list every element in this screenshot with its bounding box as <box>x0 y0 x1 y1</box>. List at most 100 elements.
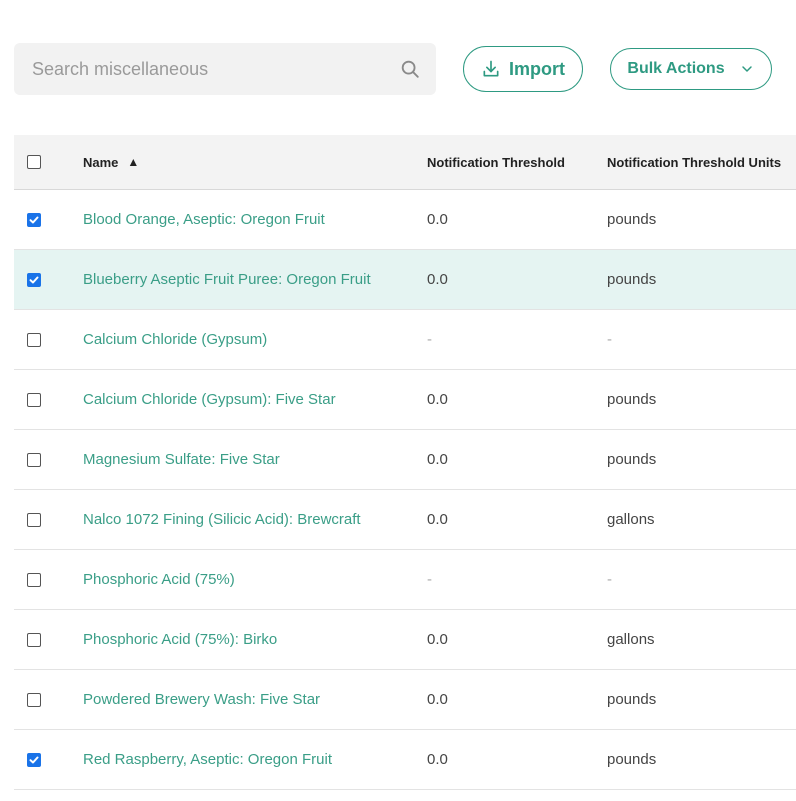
row-checkbox-cell <box>27 250 47 309</box>
select-all-checkbox[interactable] <box>27 155 41 169</box>
row-checkbox[interactable] <box>27 212 41 227</box>
header-units-label: Notification Threshold Units <box>607 154 782 170</box>
row-checkbox-cell <box>27 550 47 609</box>
units-cell: pounds <box>607 250 656 309</box>
row-checkbox-cell <box>27 430 47 489</box>
name-cell: Phosphoric Acid (75%) <box>83 550 235 609</box>
header-name-label: Name <box>83 154 119 170</box>
units-cell: pounds <box>607 730 656 789</box>
bulk-actions-button[interactable]: Bulk Actions <box>610 48 772 90</box>
sort-ascending-icon: ▲ <box>127 155 140 169</box>
units-cell: gallons <box>607 490 655 549</box>
table-body: Blood Orange, Aseptic: Oregon Fruit 0.0 po… <box>14 190 796 790</box>
threshold-cell: 0.0 <box>427 430 448 489</box>
threshold-value: 0.0 <box>427 511 448 528</box>
name-cell: Blueberry Aseptic Fruit Puree: Oregon Fr… <box>83 250 371 309</box>
row-checkbox[interactable] <box>27 692 41 707</box>
table-row[interactable]: Blueberry Aseptic Fruit Puree: Oregon Fr… <box>14 250 796 310</box>
units-cell: - <box>607 550 612 609</box>
header-threshold[interactable]: Notification Threshold <box>427 135 565 189</box>
row-checkbox-cell <box>27 310 47 369</box>
table-row[interactable]: Powdered Brewery Wash: Five Star 0.0 pound… <box>14 670 796 730</box>
units-cell: pounds <box>607 370 656 429</box>
search-input[interactable] <box>14 43 436 95</box>
bulk-actions-label: Bulk Actions <box>627 60 725 77</box>
row-checkbox[interactable] <box>27 572 41 587</box>
row-checkbox-cell <box>27 730 47 789</box>
table-row[interactable]: Phosphoric Acid (75%): Birko 0.0 gallons <box>14 610 796 670</box>
threshold-value: 0.0 <box>427 271 448 288</box>
row-checkbox[interactable] <box>27 752 41 767</box>
threshold-cell: 0.0 <box>427 610 448 669</box>
name-cell: Phosphoric Acid (75%): Birko <box>83 610 277 669</box>
name-cell: Nalco 1072 Fining (Silicic Acid): Brewcr… <box>83 490 361 549</box>
threshold-value: 0.0 <box>427 451 448 468</box>
item-name-link[interactable]: Nalco 1072 Fining (Silicic Acid): Brewcr… <box>83 511 361 528</box>
header-units[interactable]: Notification Threshold Units <box>607 135 781 189</box>
table-row[interactable]: Magnesium Sulfate: Five Star 0.0 pounds <box>14 430 796 490</box>
search-icon[interactable] <box>399 58 421 80</box>
threshold-cell: 0.0 <box>427 250 448 309</box>
item-name-link[interactable]: Calcium Chloride (Gypsum): Five Star <box>83 391 336 408</box>
row-checkbox-cell <box>27 610 47 669</box>
name-cell: Calcium Chloride (Gypsum) <box>83 310 267 369</box>
threshold-value: 0.0 <box>427 211 448 228</box>
name-cell: Blood Orange, Aseptic: Oregon Fruit <box>83 190 325 249</box>
item-name-link[interactable]: Powdered Brewery Wash: Five Star <box>83 691 320 708</box>
threshold-cell: 0.0 <box>427 670 448 729</box>
units-value: gallons <box>607 631 655 648</box>
row-checkbox[interactable] <box>27 512 41 527</box>
item-name-link[interactable]: Magnesium Sulfate: Five Star <box>83 451 280 468</box>
name-cell: Magnesium Sulfate: Five Star <box>83 430 280 489</box>
name-cell: Calcium Chloride (Gypsum): Five Star <box>83 370 336 429</box>
threshold-value: 0.0 <box>427 631 448 648</box>
table-row[interactable]: Red Raspberry, Aseptic: Oregon Fruit 0.0 p… <box>14 730 796 790</box>
item-name-link[interactable]: Red Raspberry, Aseptic: Oregon Fruit <box>83 751 332 768</box>
threshold-cell: 0.0 <box>427 730 448 789</box>
item-name-link[interactable]: Blood Orange, Aseptic: Oregon Fruit <box>83 211 325 228</box>
table-row[interactable]: Calcium Chloride (Gypsum): Five Star 0.0 p… <box>14 370 796 430</box>
threshold-value: - <box>427 331 432 348</box>
row-checkbox-cell <box>27 190 47 249</box>
item-name-link[interactable]: Phosphoric Acid (75%) <box>83 571 235 588</box>
table-row[interactable]: Calcium Chloride (Gypsum) - - <box>14 310 796 370</box>
name-cell: Powdered Brewery Wash: Five Star <box>83 670 320 729</box>
units-cell: pounds <box>607 670 656 729</box>
row-checkbox[interactable] <box>27 332 41 347</box>
threshold-value: 0.0 <box>427 391 448 408</box>
table-row[interactable]: Phosphoric Acid (75%) - - <box>14 550 796 610</box>
import-label: Import <box>509 58 565 79</box>
item-name-link[interactable]: Blueberry Aseptic Fruit Puree: Oregon Fr… <box>83 271 371 288</box>
units-cell: - <box>607 310 612 369</box>
units-value: - <box>607 331 612 348</box>
row-checkbox[interactable] <box>27 272 41 287</box>
units-value: gallons <box>607 511 655 528</box>
table-row[interactable]: Blood Orange, Aseptic: Oregon Fruit 0.0 po… <box>14 190 796 250</box>
threshold-cell: 0.0 <box>427 370 448 429</box>
units-value: pounds <box>607 211 657 228</box>
table-header: Name ▲ Notification Threshold Notificati… <box>14 135 796 190</box>
table-row[interactable]: Nalco 1072 Fining (Silicic Acid): Brewcr… <box>14 490 796 550</box>
row-checkbox-cell <box>27 370 47 429</box>
units-value: pounds <box>607 451 657 468</box>
import-button[interactable]: Import <box>463 46 583 92</box>
threshold-cell: 0.0 <box>427 490 448 549</box>
row-checkbox-cell <box>27 670 47 729</box>
row-checkbox[interactable] <box>27 632 41 647</box>
units-value: pounds <box>607 271 657 288</box>
header-checkbox-cell <box>27 135 47 189</box>
threshold-value: 0.0 <box>427 691 448 708</box>
item-name-link[interactable]: Calcium Chloride (Gypsum) <box>83 331 267 348</box>
row-checkbox[interactable] <box>27 392 41 407</box>
header-threshold-label: Notification Threshold <box>427 154 565 170</box>
search-box <box>14 43 436 95</box>
units-value: pounds <box>607 391 657 408</box>
row-checkbox-cell <box>27 490 47 549</box>
row-checkbox[interactable] <box>27 452 41 467</box>
units-cell: gallons <box>607 610 655 669</box>
threshold-value: 0.0 <box>427 751 448 768</box>
toolbar: Import Bulk Actions <box>14 43 796 95</box>
threshold-cell: - <box>427 310 432 369</box>
item-name-link[interactable]: Phosphoric Acid (75%): Birko <box>83 631 277 648</box>
header-name[interactable]: Name ▲ <box>83 135 139 189</box>
